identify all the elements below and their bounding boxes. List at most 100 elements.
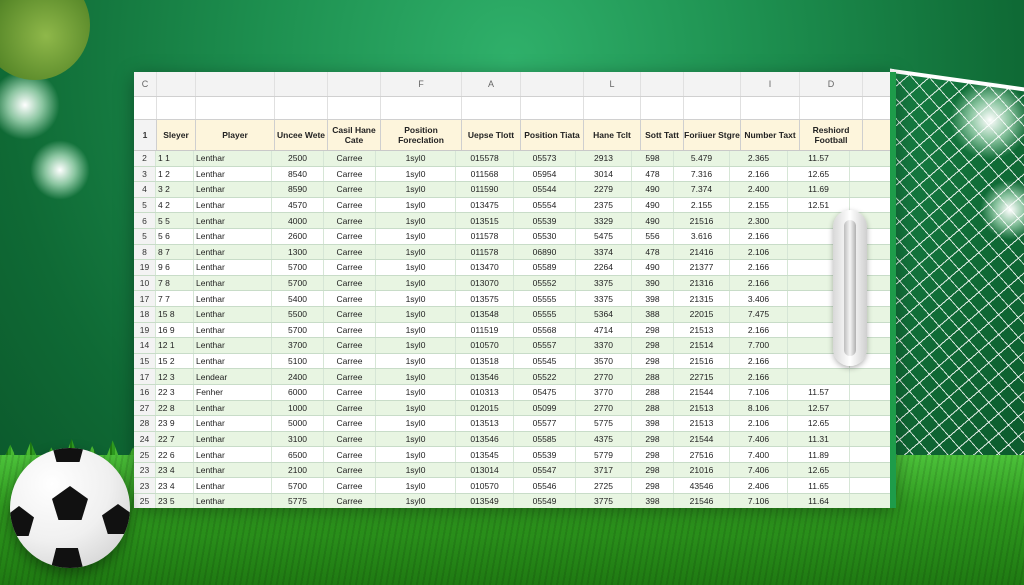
row-number[interactable]: 4	[134, 182, 156, 197]
row-number[interactable]: 8	[134, 244, 156, 260]
table-cell[interactable]	[788, 369, 850, 384]
blank-cell[interactable]	[800, 97, 863, 119]
table-row[interactable]: 17 7 7 Lenthar 5400 Carree 1syl0 013575 05555 33…	[134, 291, 890, 307]
table-cell[interactable]: 013515	[456, 213, 514, 228]
table-row[interactable]: 15 15 2 Lenthar 5100 Carree 1syl0 013518 05545 3…	[134, 353, 890, 370]
table-cell[interactable]: Lenthar	[194, 494, 272, 508]
table-cell[interactable]: 598	[632, 151, 674, 166]
table-cell[interactable]: 05589	[514, 260, 576, 275]
table-cell[interactable]: 013470	[456, 260, 514, 275]
table-cell[interactable]: 298	[632, 338, 674, 353]
table-cell[interactable]: 013545	[456, 447, 514, 462]
table-cell[interactable]: 1syl0	[376, 322, 456, 338]
table-cell[interactable]: 7.374	[674, 182, 730, 197]
table-cell[interactable]: 010313	[456, 384, 514, 400]
table-cell[interactable]: 22 6	[156, 447, 194, 462]
table-row[interactable]: 14 12 1 Lenthar 3700 Carree 1syl0 010570 05557 3…	[134, 338, 890, 354]
column-header[interactable]: Reshiord Football	[800, 120, 863, 150]
table-cell[interactable]: 288	[632, 369, 674, 384]
table-cell[interactable]: 27516	[674, 447, 730, 462]
table-cell[interactable]: 3375	[576, 275, 632, 291]
table-cell[interactable]: 16 9	[156, 322, 194, 338]
row-number[interactable]: 19	[134, 322, 156, 338]
column-header[interactable]: Number Taxt	[741, 120, 800, 150]
row-number[interactable]: 14	[134, 338, 156, 353]
table-cell[interactable]: 5100	[272, 353, 324, 369]
column-letter[interactable]: C	[134, 72, 157, 96]
table-cell[interactable]: 6500	[272, 447, 324, 462]
table-cell[interactable]: 05522	[514, 369, 576, 384]
table-cell[interactable]: 011578	[456, 244, 514, 260]
table-cell[interactable]: 1syl0	[376, 338, 456, 353]
table-cell[interactable]: 7.406	[730, 462, 788, 478]
table-cell[interactable]: 8540	[272, 166, 324, 182]
table-cell[interactable]: 4 2	[156, 197, 194, 213]
row-number[interactable]: 1	[134, 120, 157, 150]
table-cell[interactable]: Carree	[324, 260, 376, 275]
table-cell[interactable]: 11.31	[788, 431, 850, 447]
table-row[interactable]: 55 6 Lenthar 2600 Carree 1syl0 011578 05530 547…	[134, 228, 890, 245]
table-cell[interactable]: 478	[632, 166, 674, 182]
table-cell[interactable]: Lenthar	[194, 416, 272, 431]
table-cell[interactable]: 1syl0	[376, 462, 456, 478]
table-cell[interactable]: 011590	[456, 182, 514, 197]
table-cell[interactable]: 298	[632, 322, 674, 338]
table-cell[interactable]: 390	[632, 275, 674, 291]
row-number[interactable]: 5	[134, 197, 156, 213]
table-cell[interactable]: 5700	[272, 478, 324, 494]
table-cell[interactable]: 1syl0	[376, 151, 456, 166]
table-cell[interactable]: 013513	[456, 416, 514, 431]
column-letter[interactable]	[196, 72, 275, 96]
table-cell[interactable]: 21544	[674, 431, 730, 447]
table-cell[interactable]: 1 2	[156, 166, 194, 182]
table-row[interactable]: 54 2 Lenthar 4570 Carree 1syl0 013475 05554 237…	[134, 197, 890, 214]
table-cell[interactable]: 22715	[674, 369, 730, 384]
table-cell[interactable]: 3.406	[730, 291, 788, 306]
table-cell[interactable]: 1300	[272, 244, 324, 260]
table-cell[interactable]: 05544	[514, 182, 576, 197]
table-cell[interactable]: Lenthar	[194, 322, 272, 338]
table-cell[interactable]: 11.69	[788, 182, 850, 197]
table-cell[interactable]: 21544	[674, 384, 730, 400]
table-cell[interactable]: Lenthar	[194, 275, 272, 291]
table-cell[interactable]: 013070	[456, 275, 514, 291]
table-row[interactable]: 10 7 8 Lenthar 5700 Carree 1syl0 013070 05552 33…	[134, 275, 890, 292]
table-cell[interactable]: Lenthar	[194, 306, 272, 322]
table-cell[interactable]: Carree	[324, 166, 376, 182]
table-cell[interactable]: 21377	[674, 260, 730, 275]
column-letter[interactable]: D	[800, 72, 863, 96]
table-cell[interactable]: Lendear	[194, 369, 272, 384]
table-cell[interactable]: 1syl0	[376, 478, 456, 494]
table-cell[interactable]: 7 8	[156, 275, 194, 291]
table-cell[interactable]: 5364	[576, 306, 632, 322]
table-cell[interactable]: 2.406	[730, 478, 788, 494]
table-cell[interactable]: Carree	[324, 322, 376, 338]
table-cell[interactable]: 2.166	[730, 353, 788, 369]
table-cell[interactable]: 1syl0	[376, 384, 456, 400]
table-cell[interactable]: 013548	[456, 306, 514, 322]
table-cell[interactable]: Carree	[324, 462, 376, 478]
table-row[interactable]: 19 9 6 Lenthar 5700 Carree 1syl0 013470 05589 22…	[134, 260, 890, 276]
table-cell[interactable]: 298	[632, 431, 674, 447]
table-row[interactable]: 43 2 Lenthar 8590 Carree 1syl0 011590 05544 227…	[134, 182, 890, 198]
table-row[interactable]: 21 1 Lenthar 2500 Carree 1syl0 015578 05573 291…	[134, 151, 890, 167]
table-cell[interactable]: 15 8	[156, 306, 194, 322]
table-cell[interactable]: Lenthar	[194, 260, 272, 275]
table-cell[interactable]: Lenthar	[194, 228, 272, 244]
table-cell[interactable]: 23 5	[156, 494, 194, 508]
table-cell[interactable]: Lenthar	[194, 478, 272, 494]
column-letter[interactable]	[684, 72, 741, 96]
table-cell[interactable]: 7 7	[156, 291, 194, 306]
table-cell[interactable]: 011578	[456, 228, 514, 244]
row-number[interactable]: 18	[134, 306, 156, 322]
table-cell[interactable]: 8 7	[156, 244, 194, 260]
table-cell[interactable]: 1syl0	[376, 306, 456, 322]
table-cell[interactable]: 011519	[456, 322, 514, 338]
table-cell[interactable]: 21513	[674, 322, 730, 338]
table-row[interactable]: 25 23 5 Lenthar 5775 Carree 1syl0 013549 05549 3…	[134, 494, 890, 508]
table-cell[interactable]: 05568	[514, 322, 576, 338]
table-cell[interactable]: 490	[632, 182, 674, 197]
table-cell[interactable]: 012015	[456, 400, 514, 416]
table-cell[interactable]: 1 1	[156, 151, 194, 166]
column-letter[interactable]	[157, 72, 196, 96]
